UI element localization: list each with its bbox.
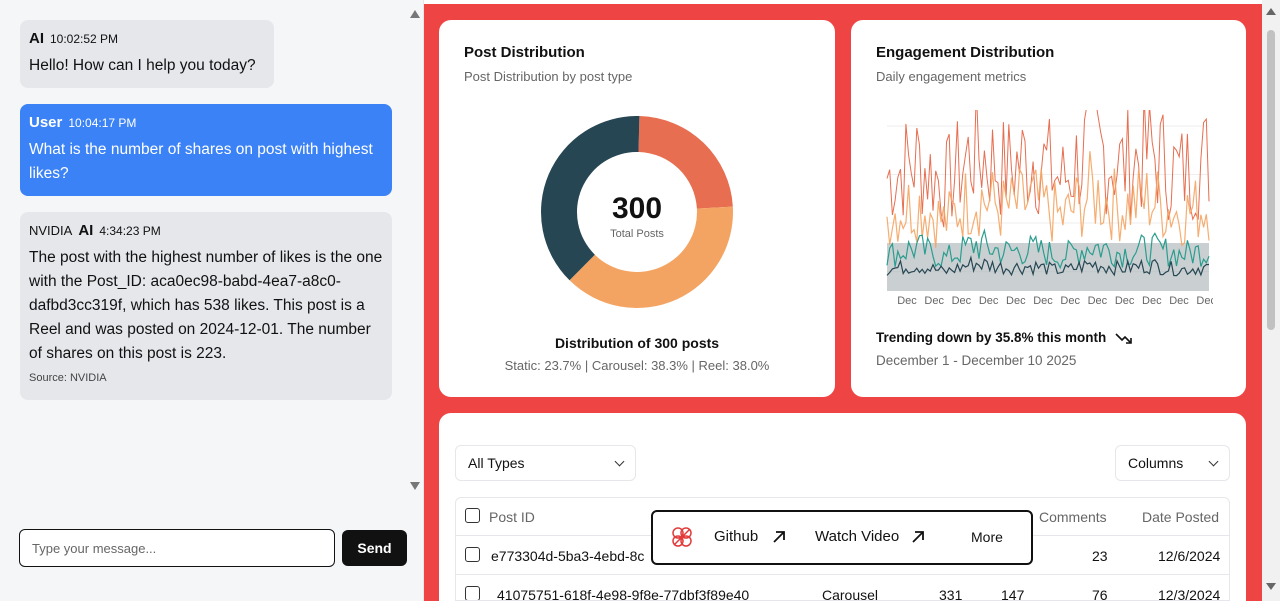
message-text: What is the number of shares on post wit… <box>29 141 373 182</box>
github-link-label: Github <box>714 528 759 545</box>
distribution-footer-detail: Static: 23.7% | Carousel: 38.3% | Reel: … <box>504 358 770 373</box>
cell-date: 12/6/2024 <box>1158 548 1221 564</box>
trend-text: Trending down by 35.8% this month <box>876 330 1133 345</box>
message-text: Hello! How can I help you today? <box>29 57 256 74</box>
select-all-checkbox[interactable] <box>465 508 480 523</box>
scrollbar-thumb[interactable] <box>1267 30 1275 330</box>
cell-shares: 147 <box>1001 587 1025 601</box>
watch-video-link[interactable]: Watch Video <box>815 528 925 545</box>
scroll-down-arrow-icon[interactable] <box>1266 583 1276 590</box>
row-checkbox[interactable] <box>465 547 480 562</box>
message-source: Source: NVIDIA <box>29 372 107 384</box>
cell-post-id: e773304d-5ba3-4ebd-8c <box>491 548 645 564</box>
table-row: 41075751-618f-4e98-9f8e-77dbf3f89e40 Car… <box>456 576 1229 601</box>
row-checkbox[interactable] <box>465 586 480 600</box>
distribution-footer-title: Distribution of 300 posts <box>554 335 720 351</box>
card-subtitle: Daily engagement metrics <box>876 69 1027 84</box>
donut-center-value: 300 <box>611 192 663 225</box>
cell-comments: 76 <box>1092 587 1108 601</box>
card-title: Post Distribution <box>464 44 585 61</box>
trend-label: Trending down by 35.8% this month <box>876 330 1107 345</box>
message-sender: AI <box>29 30 44 47</box>
chevron-down-icon <box>1208 456 1219 466</box>
cell-post-id: 41075751-618f-4e98-9f8e-77dbf3f89e40 <box>497 587 750 601</box>
chevron-down-icon <box>614 456 625 466</box>
message-time: 10:02:52 PM <box>50 32 119 46</box>
page-scrollbar[interactable] <box>1262 0 1280 601</box>
chat-scroll-up-arrow-icon[interactable] <box>410 10 420 18</box>
more-button[interactable]: More <box>971 529 1003 545</box>
cell-type: Carousel <box>822 587 879 601</box>
x-tick-label: Dec <box>1088 295 1108 307</box>
card-subtitle: Post Distribution by post type <box>464 69 633 84</box>
message-sender: User <box>29 114 63 131</box>
chat-message-input[interactable] <box>19 529 335 567</box>
x-tick-label: Dec <box>897 295 917 307</box>
card-title: Engagement Distribution <box>876 44 1055 61</box>
post-distribution-card: Post Distribution Post Distribution by p… <box>439 20 835 397</box>
chat-scroll-down-arrow-icon[interactable] <box>410 482 420 490</box>
send-button[interactable]: Send <box>342 530 407 566</box>
x-tick-label: Dec <box>1060 295 1080 307</box>
links-popup: Github Watch Video More <box>651 510 1033 565</box>
watch-video-label: Watch Video <box>815 528 900 545</box>
chat-message-ai: AI 10:02:52 PM Hello! How can I help you … <box>20 20 274 88</box>
message-time: 4:34:23 PM <box>99 224 161 238</box>
x-tick-label: Dec <box>1169 295 1189 307</box>
donut-center-label: Total Posts <box>610 228 664 240</box>
message-sender: AI <box>78 222 94 239</box>
engagement-series-line-2 <box>886 151 1210 248</box>
header-comments[interactable]: Comments <box>1039 509 1107 525</box>
cell-date: 12/3/2024 <box>1158 587 1221 601</box>
chat-message-user: User 10:04:17 PM What is the number of sh… <box>20 104 392 196</box>
columns-button-label: Columns <box>1128 455 1184 471</box>
x-tick-label: Dec <box>1142 295 1162 307</box>
trending-down-icon <box>1115 333 1132 345</box>
x-tick-label: Dec <box>924 295 944 307</box>
engagement-distribution-card: Engagement Distribution Daily engagement… <box>851 20 1246 397</box>
x-tick-label: Dec <box>1006 295 1026 307</box>
x-tick-label: Dec <box>1033 295 1053 307</box>
post-type-filter[interactable]: All Types <box>455 445 636 481</box>
arrow-up-right-icon <box>912 531 925 543</box>
message-text: The post with the highest number of like… <box>29 249 383 362</box>
header-date-posted[interactable]: Date Posted <box>1142 509 1219 525</box>
cell-comments: 23 <box>1092 548 1108 564</box>
x-tick-label: Dec <box>952 295 972 307</box>
post-type-filter-value: All Types <box>468 455 525 471</box>
x-tick-label: Dec <box>979 295 999 307</box>
x-tick-label: Dec <box>1115 295 1135 307</box>
chat-panel: AI 10:02:52 PM Hello! How can I help you … <box>0 0 424 601</box>
message-vendor: NVIDIA <box>29 223 73 238</box>
scroll-up-arrow-icon[interactable] <box>1266 8 1276 15</box>
chat-message-ai: NVIDIA AI 4:34:23 PM The post with the hig… <box>20 212 392 400</box>
nvidia-logo-icon <box>672 527 692 547</box>
github-link[interactable]: Github <box>714 528 786 545</box>
date-range: December 1 - December 10 2025 <box>876 353 1077 368</box>
cell-likes: 331 <box>939 587 963 601</box>
arrow-up-right-icon <box>773 531 786 543</box>
message-time: 10:04:17 PM <box>68 116 137 130</box>
header-post-id[interactable]: Post ID <box>489 509 535 525</box>
engagement-line-chart: Dec Dec Dec Dec Dec Dec Dec Dec Dec Dec Dec Dec <box>886 110 1213 307</box>
columns-button[interactable]: Columns <box>1115 445 1230 481</box>
x-tick-label: Dec <box>1196 295 1213 307</box>
